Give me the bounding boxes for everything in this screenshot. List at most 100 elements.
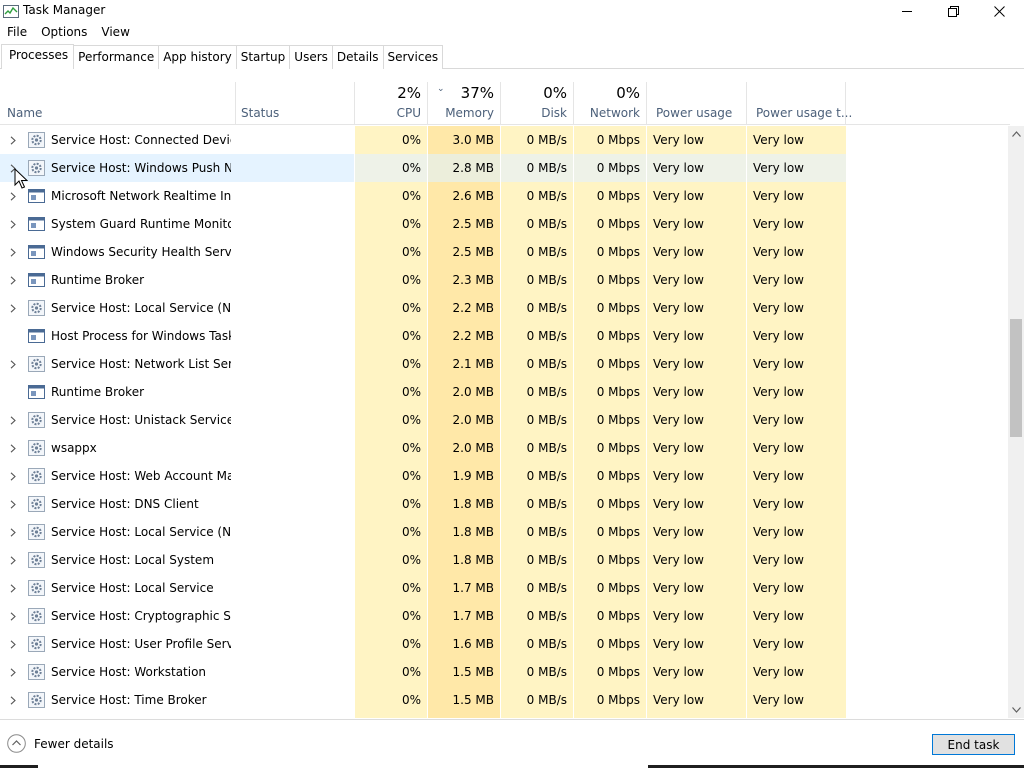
process-name: Service Host: Web Account Ma... <box>51 469 231 483</box>
power-usage-value: Very low <box>647 182 746 210</box>
header-cpu[interactable]: 2% CPU <box>354 82 427 125</box>
table-row[interactable]: Service Host: Local System 0% 1.8 MB 0 MB/s… <box>0 546 1010 574</box>
fewer-details-button[interactable]: Fewer details <box>7 734 114 753</box>
table-row[interactable]: Runtime Broker 0% 2.0 MB 0 MB/s 0 Mbps Very l… <box>0 378 1010 406</box>
table-row[interactable]: System Guard Runtime Monitor... 0% 2.5 MB 0… <box>0 210 1010 238</box>
expand-chevron-icon[interactable] <box>7 238 19 266</box>
tab-details[interactable]: Details <box>331 45 384 69</box>
cpu-value: 0% <box>355 378 427 406</box>
expand-chevron-icon[interactable] <box>7 546 19 574</box>
table-row[interactable]: Service Host: Time Broker 0% 1.5 MB 0 MB/s 0… <box>0 686 1010 714</box>
title-bar[interactable]: Task Manager <box>0 0 1024 22</box>
expand-chevron-icon[interactable] <box>7 350 19 378</box>
network-value: 0 Mbps <box>574 602 646 630</box>
expand-chevron-icon[interactable] <box>7 462 19 490</box>
restore-button[interactable] <box>930 0 976 22</box>
menu-file[interactable]: File <box>0 23 34 43</box>
disk-value: 0 MB/s <box>501 546 573 574</box>
vertical-scrollbar[interactable] <box>1008 126 1024 718</box>
expand-chevron-icon[interactable] <box>7 294 19 322</box>
table-row[interactable]: Runtime Broker 0% 2.3 MB 0 MB/s 0 Mbps Very l… <box>0 266 1010 294</box>
expand-chevron-icon[interactable] <box>7 490 19 518</box>
expand-chevron-icon[interactable] <box>7 434 19 462</box>
header-disk[interactable]: 0% Disk <box>500 82 573 125</box>
network-value: 0 Mbps <box>574 322 646 350</box>
expand-chevron-icon[interactable] <box>7 210 19 238</box>
table-row[interactable]: Service Host: Local Service (Net... 0%2.2… <box>0 294 1010 322</box>
process-name: Runtime Broker <box>51 273 145 287</box>
expand-chevron-icon[interactable] <box>7 686 19 714</box>
menu-bar: File Options View <box>0 23 137 43</box>
power-usage-value: Very low <box>647 518 746 546</box>
power-usage-trend-value: Very low <box>747 658 846 686</box>
cpu-value: 0% <box>355 322 427 350</box>
table-row[interactable]: Service Host: Cryptographic Ser... 0%1.7 … <box>0 602 1010 630</box>
tab-processes[interactable]: Processes <box>1 44 75 69</box>
disk-value: 0 MB/s <box>501 602 573 630</box>
table-row[interactable]: Microsoft Network Realtime Ins... 0% 2.6 M… <box>0 182 1010 210</box>
header-memory[interactable]: ⌄ 37% Memory <box>427 82 500 125</box>
scroll-down-button[interactable] <box>1008 702 1024 718</box>
expand-chevron-icon[interactable] <box>7 518 19 546</box>
expand-chevron-icon[interactable] <box>7 574 19 602</box>
header-memory-percent: 37% <box>460 84 494 102</box>
process-name: Runtime Broker <box>51 385 145 399</box>
table-row[interactable]: Service Host: Web Account Ma... 0% 1.9 MB 0… <box>0 462 1010 490</box>
network-value: 0 Mbps <box>574 154 646 182</box>
tab-users[interactable]: Users <box>289 45 333 69</box>
process-name: Service Host: Local Service <box>51 581 214 595</box>
header-status[interactable]: Status <box>235 82 354 125</box>
tab-services[interactable]: Services <box>382 45 444 69</box>
table-row[interactable]: Host Process for Windows Tasks 0% 2.2 MB 0 … <box>0 322 1010 350</box>
table-row[interactable]: Service Host: Connected Device... 0%3.0 M… <box>0 126 1010 154</box>
close-button[interactable] <box>976 0 1022 22</box>
power-usage-trend-value: Very low <box>747 574 846 602</box>
disk-value: 0 MB/s <box>501 518 573 546</box>
memory-value: 2.0 MB <box>428 406 500 434</box>
table-row[interactable]: wsappx 0% 2.0 MB 0 MB/s 0 Mbps Very low Very l… <box>0 434 1010 462</box>
expand-chevron-icon[interactable] <box>7 630 19 658</box>
expand-chevron-icon[interactable] <box>7 406 19 434</box>
disk-value: 0 MB/s <box>501 686 573 714</box>
table-row[interactable]: Service Host: Workstation 0% 1.5 MB 0 MB/s 0… <box>0 658 1010 686</box>
table-row[interactable]: Service Host: Network List Service 0%2.1 … <box>0 350 1010 378</box>
gear-icon <box>28 468 45 484</box>
power-usage-trend-value: Very low <box>747 378 846 406</box>
scroll-up-button[interactable] <box>1008 126 1024 142</box>
disk-value: 0 MB/s <box>501 238 573 266</box>
menu-options[interactable]: Options <box>34 23 94 43</box>
disk-value: 0 MB/s <box>501 294 573 322</box>
end-task-button[interactable]: End task <box>932 734 1015 755</box>
menu-view[interactable]: View <box>94 23 136 43</box>
table-row[interactable]: Service Host: Local Service 0% 1.7 MB 0 MB/… <box>0 574 1010 602</box>
table-row[interactable]: Windows Security Health Service 0% 2.5 MB 0… <box>0 238 1010 266</box>
power-usage-trend-value: Very low <box>747 406 846 434</box>
expand-chevron-icon[interactable] <box>7 126 19 154</box>
header-network[interactable]: 0% Network <box>573 82 646 125</box>
table-row[interactable]: Service Host: Local Service (Net... 0%1.8… <box>0 518 1010 546</box>
gear-icon <box>28 440 45 456</box>
minimize-button[interactable] <box>884 0 930 22</box>
cpu-value: 0% <box>355 238 427 266</box>
tab-startup[interactable]: Startup <box>235 45 291 69</box>
table-row[interactable]: Service Host: Unistack Service G... 0%2.0… <box>0 406 1010 434</box>
tab-app-history[interactable]: App history <box>158 45 237 69</box>
tab-performance[interactable]: Performance <box>73 45 160 69</box>
expand-chevron-icon[interactable] <box>7 658 19 686</box>
cpu-value: 0% <box>355 210 427 238</box>
cpu-value: 0% <box>355 406 427 434</box>
chevron-up-icon <box>1011 131 1021 137</box>
header-network-percent: 0% <box>616 84 640 102</box>
header-power-usage-trend[interactable]: Power usage t... <box>746 82 852 125</box>
header-name[interactable]: Name <box>0 82 235 125</box>
process-name: Windows Security Health Service <box>51 245 231 259</box>
table-row[interactable]: Service Host: Windows Push No... 0%2.8 MB… <box>0 154 1010 182</box>
table-row[interactable]: Service Host: User Profile Service 0% 1.6 … <box>0 630 1010 658</box>
table-row[interactable]: Service Host: DNS Client 0% 1.8 MB 0 MB/s 0 … <box>0 490 1010 518</box>
expand-chevron-icon[interactable] <box>7 266 19 294</box>
expand-chevron-icon[interactable] <box>7 602 19 630</box>
header-power-usage[interactable]: Power usage <box>646 82 746 125</box>
power-usage-trend-value: Very low <box>747 602 846 630</box>
header-cpu-percent: 2% <box>397 84 421 102</box>
scrollbar-thumb[interactable] <box>1010 319 1022 437</box>
